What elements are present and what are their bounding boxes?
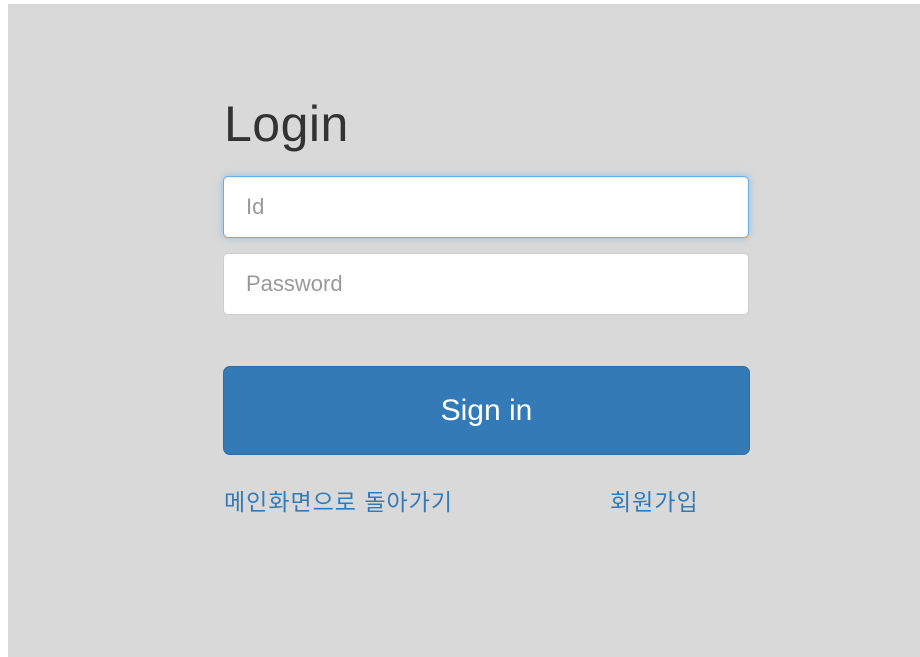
page-title: Login [224, 96, 349, 152]
login-panel: Login Sign in 메인화면으로 돌아가기 회원가입 [8, 4, 920, 657]
sign-up-link[interactable]: 회원가입 [610, 484, 699, 520]
id-input[interactable] [223, 176, 749, 238]
back-to-main-link[interactable]: 메인화면으로 돌아가기 [224, 484, 453, 520]
sign-in-button[interactable]: Sign in [223, 366, 750, 455]
password-input[interactable] [223, 253, 749, 315]
